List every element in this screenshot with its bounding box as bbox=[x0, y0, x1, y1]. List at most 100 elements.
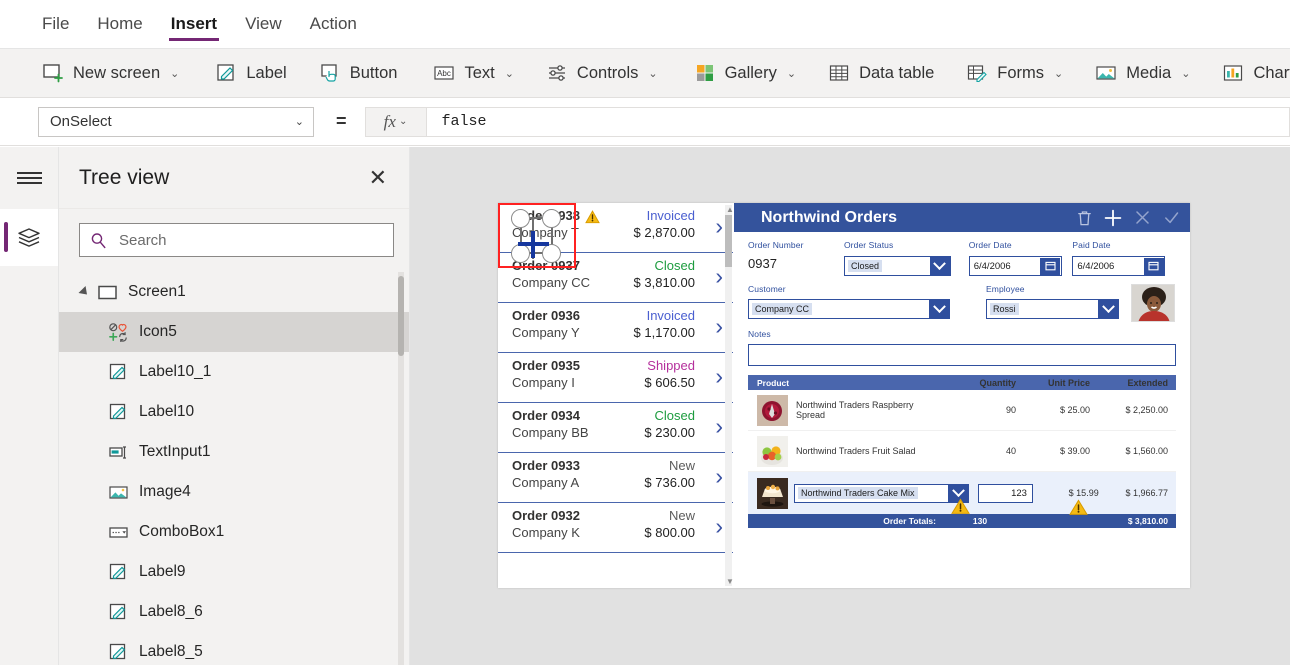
company-name: Company BB bbox=[512, 425, 589, 440]
gallery-item[interactable]: Order 0932 Company K New $ 800.00 › bbox=[498, 503, 733, 553]
tree-item-label8-5[interactable]: Label8_5 bbox=[59, 632, 409, 665]
column-header-quantity: Quantity bbox=[944, 378, 1016, 388]
chevron-right-icon[interactable]: › bbox=[715, 465, 723, 488]
ribbon-label: Forms bbox=[997, 64, 1044, 83]
chevron-right-icon[interactable]: › bbox=[715, 415, 723, 438]
chevron-down-icon[interactable] bbox=[930, 257, 950, 275]
fx-expand-button[interactable]: fx ⌄ bbox=[365, 107, 427, 137]
scroll-down-arrow-icon[interactable]: ▼ bbox=[726, 577, 733, 586]
gallery-item[interactable]: Order 0934 Company BB Closed $ 230.00 › bbox=[498, 403, 733, 453]
chevron-down-icon: ⌄ bbox=[648, 67, 657, 80]
search-input[interactable] bbox=[117, 231, 383, 250]
confirm-check-icon[interactable] bbox=[1163, 209, 1180, 226]
ribbon-data-table-button[interactable]: Data table bbox=[812, 48, 950, 98]
company-name: Company K bbox=[512, 525, 580, 540]
tree-item-label9[interactable]: Label9 bbox=[59, 552, 409, 592]
menu-tab-action[interactable]: Action bbox=[296, 0, 371, 48]
order-amount: $ 230.00 bbox=[644, 425, 695, 440]
gallery-item[interactable]: Order 0935 Company I Shipped $ 606.50 › bbox=[498, 353, 733, 403]
calendar-icon[interactable] bbox=[1144, 258, 1164, 275]
ribbon-charts-button[interactable]: Charts bbox=[1206, 48, 1290, 98]
product-extended: $ 1,560.00 bbox=[1090, 446, 1168, 456]
chevron-right-icon[interactable]: › bbox=[715, 515, 723, 538]
employee-dropdown[interactable]: Rossi bbox=[986, 299, 1119, 319]
gallery-scrollbar-thumb[interactable] bbox=[725, 215, 732, 267]
ribbon-gallery-button[interactable]: Gallery ⌄ bbox=[678, 48, 812, 98]
ribbon-media-button[interactable]: Media ⌄ bbox=[1079, 48, 1206, 98]
gallery-item[interactable]: Order 0938 Company T Invoiced bbox=[498, 203, 733, 253]
calendar-icon[interactable] bbox=[1040, 258, 1060, 275]
product-row-editing[interactable]: Northwind Traders Cake Mix bbox=[748, 472, 1176, 514]
ribbon-label: Controls bbox=[577, 64, 638, 83]
tree-item-label10-1[interactable]: Label10_1 bbox=[59, 352, 409, 392]
plus-icon[interactable] bbox=[1104, 209, 1122, 227]
menu-tab-file[interactable]: File bbox=[28, 0, 83, 48]
chevron-down-icon[interactable] bbox=[1098, 300, 1118, 318]
tree-item-image4[interactable]: Image4 bbox=[59, 472, 409, 512]
tree-item-label10[interactable]: Label10 bbox=[59, 392, 409, 432]
dropdown-value: Company CC bbox=[752, 303, 812, 315]
trash-icon[interactable] bbox=[1077, 210, 1092, 226]
tree-item-label: Label10 bbox=[139, 403, 194, 421]
avatar bbox=[1132, 285, 1175, 322]
property-selector[interactable]: OnSelect ⌄ bbox=[38, 107, 314, 137]
ribbon-controls-button[interactable]: Controls ⌄ bbox=[530, 48, 674, 98]
chevron-down-icon[interactable] bbox=[929, 300, 949, 318]
product-row[interactable]: Northwind Traders Fruit Salad 40 $ 39.00… bbox=[748, 431, 1176, 472]
tree-item-label8-6[interactable]: Label8_6 bbox=[59, 592, 409, 632]
quantity-input[interactable]: 123 bbox=[978, 484, 1033, 503]
gallery-item[interactable]: Order 0933 Company A New $ 736.00 › bbox=[498, 453, 733, 503]
order-date-picker[interactable]: 6/4/2006 bbox=[969, 256, 1062, 276]
rail-item-tree-view[interactable] bbox=[0, 209, 58, 266]
ribbon-label-button[interactable]: Label bbox=[199, 48, 302, 98]
chevron-right-icon[interactable]: › bbox=[715, 365, 723, 388]
menu-tab-insert[interactable]: Insert bbox=[157, 0, 231, 48]
ribbon-text-button[interactable]: Abc Text ⌄ bbox=[417, 48, 529, 98]
paid-date-picker[interactable]: 6/4/2006 bbox=[1072, 256, 1165, 276]
ribbon-forms-button[interactable]: Forms ⌄ bbox=[950, 48, 1079, 98]
product-unit-price: $ 39.00 bbox=[1016, 446, 1090, 456]
tree-item-combobox1[interactable]: ComboBox1 bbox=[59, 512, 409, 552]
order-number: Order 0938 bbox=[512, 208, 600, 223]
menu-tab-view[interactable]: View bbox=[231, 0, 296, 48]
chevron-down-icon: ⌄ bbox=[505, 67, 514, 80]
formula-input[interactable]: false bbox=[427, 107, 1290, 137]
scroll-up-arrow-icon[interactable]: ▲ bbox=[726, 205, 733, 214]
chevron-expand-icon[interactable] bbox=[78, 286, 90, 298]
dropdown-value: Rossi bbox=[990, 303, 1019, 315]
ribbon-label: Data table bbox=[859, 64, 934, 83]
chevron-right-icon[interactable]: › bbox=[715, 265, 723, 288]
chevron-right-icon[interactable]: › bbox=[715, 315, 723, 338]
product-unit-price: $ 25.00 bbox=[1016, 405, 1090, 415]
product-dropdown[interactable]: Northwind Traders Cake Mix bbox=[794, 484, 969, 503]
order-amount: $ 2,870.00 bbox=[634, 225, 695, 240]
tree-item-icon5[interactable]: Icon5 bbox=[59, 312, 409, 352]
chevron-right-icon[interactable]: › bbox=[715, 215, 723, 238]
column-header-extended: Extended bbox=[1090, 378, 1168, 388]
close-icon[interactable]: ✕ bbox=[369, 167, 387, 189]
ribbon-new-screen-button[interactable]: New screen ⌄ bbox=[26, 48, 195, 98]
notes-input[interactable] bbox=[748, 344, 1176, 366]
customer-dropdown[interactable]: Company CC bbox=[748, 299, 950, 319]
search-box[interactable] bbox=[79, 223, 394, 257]
gallery-item[interactable]: Order 0936 Company Y Invoiced $ 1,170.00… bbox=[498, 303, 733, 353]
hamburger-menu-icon[interactable] bbox=[0, 147, 58, 209]
field-paid-date: Paid Date 6/4/2006 bbox=[1072, 240, 1176, 276]
text-input-icon bbox=[108, 442, 129, 463]
product-row[interactable]: Northwind Traders Raspberry Spread 90 $ … bbox=[748, 390, 1176, 431]
order-status-dropdown[interactable]: Closed bbox=[844, 256, 951, 276]
orders-gallery[interactable]: Order 0938 Company T Invoiced bbox=[498, 203, 733, 588]
app-canvas[interactable]: Order 0938 Company T Invoiced bbox=[410, 147, 1290, 665]
gallery-scrollbar[interactable]: ▲ ▼ bbox=[725, 205, 732, 586]
tree-scrollbar-thumb[interactable] bbox=[398, 276, 404, 356]
property-selector-value: OnSelect bbox=[50, 113, 112, 130]
menu-tab-home[interactable]: Home bbox=[83, 0, 156, 48]
gallery-item[interactable]: Order 0937 Company CC Closed $ 3,810.00 … bbox=[498, 253, 733, 303]
column-header-unit-price: Unit Price bbox=[1016, 378, 1090, 388]
tree-item-textinput1[interactable]: TextInput1 bbox=[59, 432, 409, 472]
field-order-date: Order Date 6/4/2006 bbox=[969, 240, 1073, 276]
cancel-x-icon[interactable] bbox=[1134, 209, 1151, 226]
tree-item-screen1[interactable]: Screen1 bbox=[59, 272, 409, 312]
field-customer: Customer Company CC bbox=[748, 284, 986, 322]
ribbon-button-button[interactable]: Button bbox=[303, 48, 414, 98]
